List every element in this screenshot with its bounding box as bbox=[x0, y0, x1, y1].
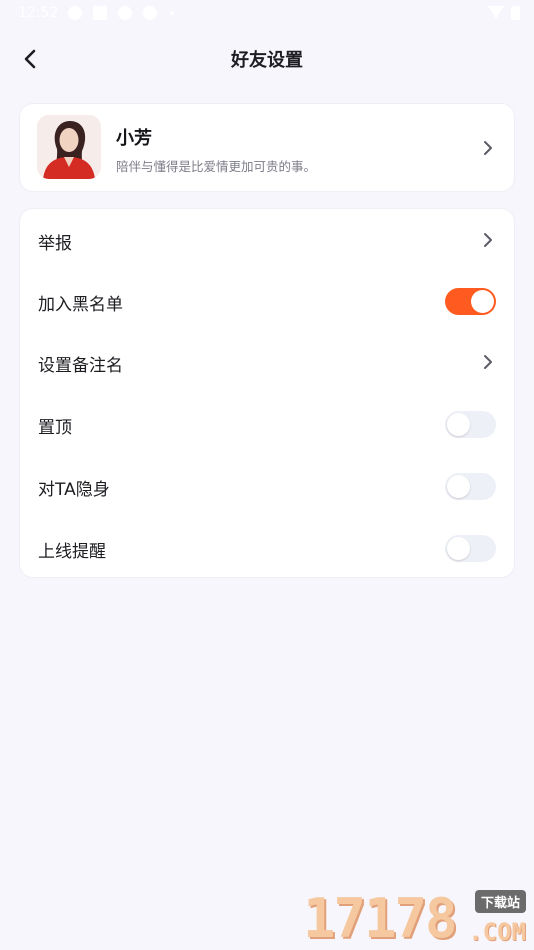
status-bar: 12:52 bbox=[0, 0, 534, 28]
watermark-number: 17178 bbox=[303, 887, 458, 950]
pin-top-label: 置顶 bbox=[38, 418, 72, 438]
watermark-tag: 下载站 bbox=[474, 890, 526, 913]
square-icon bbox=[93, 6, 107, 20]
pin-top-toggle[interactable] bbox=[445, 411, 496, 438]
invisible-toggle[interactable] bbox=[445, 473, 496, 500]
blacklist-toggle[interactable] bbox=[445, 288, 496, 315]
settings-icon bbox=[68, 6, 82, 20]
page-title: 好友设置 bbox=[231, 50, 303, 71]
toggle-knob bbox=[447, 475, 470, 498]
toggle-knob bbox=[447, 413, 470, 436]
online-reminder-row: 上线提醒 bbox=[20, 517, 514, 579]
avatar-photo bbox=[37, 115, 101, 179]
report-label: 举报 bbox=[38, 234, 72, 254]
nav-bar: 好友设置 bbox=[0, 34, 534, 82]
profile-card[interactable]: 小芳 陪伴与懂得是比爱情更加可贵的事。 bbox=[19, 103, 515, 192]
remark-name-row[interactable]: 设置备注名 bbox=[20, 331, 514, 393]
chevron-right-icon bbox=[484, 141, 492, 155]
toggle-knob bbox=[471, 290, 494, 313]
chevron-right-icon bbox=[484, 233, 492, 247]
blacklist-row: 加入黑名单 bbox=[20, 270, 514, 332]
profile-bio: 陪伴与懂得是比爱情更加可贵的事。 bbox=[116, 159, 317, 174]
avatar[interactable] bbox=[37, 115, 101, 179]
remark-name-label: 设置备注名 bbox=[38, 356, 123, 376]
watermark-suffix: .COM bbox=[468, 918, 526, 946]
report-row[interactable]: 举报 bbox=[20, 209, 514, 271]
blacklist-label: 加入黑名单 bbox=[38, 295, 123, 315]
status-time: 12:52 bbox=[18, 5, 59, 21]
pin-top-row: 置顶 bbox=[20, 393, 514, 455]
invisible-label: 对TA隐身 bbox=[38, 480, 110, 500]
invisible-row: 对TA隐身 bbox=[20, 455, 514, 517]
online-reminder-label: 上线提醒 bbox=[38, 542, 106, 562]
settings-icon bbox=[118, 6, 132, 20]
settings-icon bbox=[143, 6, 157, 20]
profile-name: 小芳 bbox=[116, 128, 152, 149]
chevron-right-icon bbox=[484, 355, 492, 369]
dot-icon bbox=[170, 11, 174, 15]
online-reminder-toggle[interactable] bbox=[445, 535, 496, 562]
watermark-logo: 17178 下载站 .COM bbox=[303, 886, 528, 950]
wifi-icon bbox=[488, 6, 504, 19]
toggle-knob bbox=[447, 537, 470, 560]
settings-card: 举报 加入黑名单 设置备注名 置顶 对TA隐身 上线提醒 bbox=[19, 208, 515, 578]
battery-icon bbox=[511, 6, 520, 20]
